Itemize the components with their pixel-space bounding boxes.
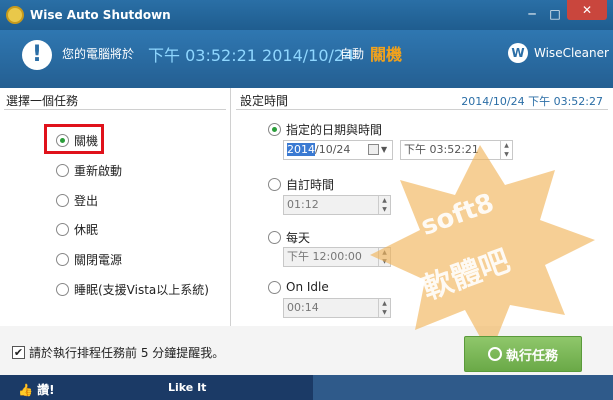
task-label: 關閉電源 [74,253,123,267]
task-label: 休眠 [74,223,99,237]
run-task-label: 執行任務 [505,348,558,364]
radio-dot [268,280,281,294]
current-time: 2014/10/24 下午 03:52:27 [461,95,603,108]
status-header: ! 您的電腦將於 下午 03:52:21 2014/10/24 自動 關機 W … [0,30,613,88]
date-year-selection: 2014 [287,143,315,156]
radio-dot [56,223,69,236]
run-task-button[interactable]: 執行任務 [464,336,582,372]
like-button[interactable]: 👍 讚! [18,381,55,398]
remind-label: 請於執行排程任務前 5 分鐘提醒我。 [29,346,225,360]
radio-dot [56,253,69,266]
radio-dot [56,134,69,147]
title-bar: Wise Auto Shutdown ─ □ ✕ [0,0,613,30]
footer-right [313,375,613,400]
checkbox-tick-icon: ✔ [12,346,25,359]
radio-dot [56,164,69,177]
column-divider [230,88,231,326]
task-radio-shutdown[interactable]: 關機 [56,132,98,149]
task-label: 睡眠(支援Vista以上系統) [74,283,209,297]
custom-time-value: 01:12 [287,198,319,211]
time-heading: 設定時間 [240,94,289,108]
time-radio-daily[interactable]: 每天 [268,229,310,246]
task-radio-logoff[interactable]: 登出 [56,192,98,209]
thumbs-up-icon: 👍 [18,383,33,397]
like-it-link[interactable]: Like It [168,381,206,394]
footer-bar: 👍 讚! Like It [0,375,613,400]
time-radio-specific[interactable]: 指定的日期與時間 [268,121,382,138]
task-label: 關機 [74,134,99,148]
option-label: On Idle [286,280,329,294]
task-radio-restart[interactable]: 重新啟動 [56,162,122,179]
option-label: 指定的日期與時間 [286,123,383,137]
task-label: 重新啟動 [74,164,123,178]
remind-checkbox[interactable]: ✔ 請於執行排程任務前 5 分鐘提醒我。 [12,344,224,361]
daily-time-value: 下午 12:00:00 [287,250,362,263]
radio-dot [268,123,281,136]
exclamation-icon: ! [22,40,52,70]
brand-link[interactable]: WiseCleaner [534,46,609,60]
idle-time-value: 00:14 [287,301,319,314]
time-radio-idle[interactable]: On Idle [268,280,329,294]
time-radio-custom[interactable]: 自訂時間 [268,176,334,193]
option-label: 每天 [286,231,311,245]
header-prefix: 您的電腦將於 [62,47,135,61]
task-heading: 選擇一個任務 [6,94,79,108]
option-label: 自訂時間 [286,178,335,192]
radio-dot [268,178,281,191]
alarm-clock-icon [487,347,502,361]
radio-dot [56,283,69,296]
task-radio-poweroff[interactable]: 關閉電源 [56,251,122,268]
radio-dot [56,194,69,207]
window-title: Wise Auto Shutdown [30,8,171,22]
close-button[interactable]: ✕ [567,0,607,20]
like-label: 讚! [37,383,55,397]
task-radio-hibernate[interactable]: 休眠 [56,221,98,238]
minimize-button[interactable]: ─ [521,5,543,23]
task-radio-sleep[interactable]: 睡眠(支援Vista以上系統) [56,281,209,298]
app-icon [6,6,24,24]
divider [236,109,608,110]
header-action: 關機 [370,45,403,64]
wisecleaner-logo-icon[interactable]: W [508,43,528,63]
maximize-button[interactable]: □ [544,5,566,23]
shutdown-datetime: 下午 03:52:21 2014/10/24 [148,46,355,65]
date-rest: /10/24 [315,143,351,156]
header-auto: 自動 [340,47,365,61]
task-label: 登出 [74,194,99,208]
divider [4,109,226,110]
radio-dot [268,231,281,244]
